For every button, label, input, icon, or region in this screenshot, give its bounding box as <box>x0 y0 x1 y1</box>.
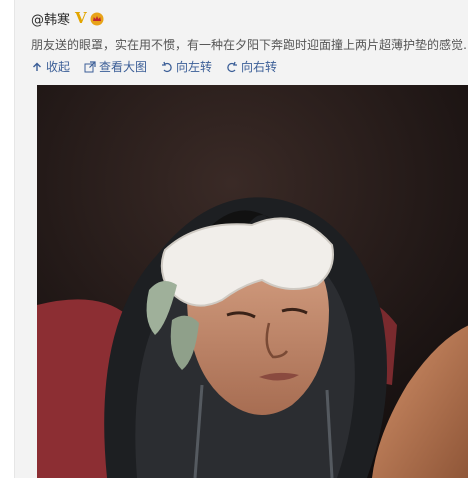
rotate-left-label: 向左转 <box>176 60 213 74</box>
view-large-button[interactable]: 查看大图 <box>84 58 147 75</box>
view-large-label: 查看大图 <box>99 60 148 74</box>
post-photo[interactable] <box>37 85 468 478</box>
verified-v-icon: V <box>75 9 87 27</box>
crown-icon <box>90 12 104 26</box>
view-large-icon <box>84 60 96 72</box>
photo-illustration <box>37 85 468 478</box>
rotate-right-label: 向右转 <box>241 60 278 74</box>
rotate-left-icon <box>162 61 172 72</box>
collapse-button[interactable]: 收起 <box>31 58 70 75</box>
collapse-icon <box>33 62 41 71</box>
post-header: @韩寒 V <box>31 9 104 28</box>
rotate-right-icon <box>227 61 238 72</box>
rotate-left-button[interactable]: 向左转 <box>161 58 212 75</box>
rotate-right-button[interactable]: 向右转 <box>226 58 277 75</box>
username-link[interactable]: @韩寒 <box>31 9 70 28</box>
post-text: 朋友送的眼罩，实在用不惯，有一种在夕阳下奔跑时迎面撞上两片超薄护垫的感觉… <box>31 38 468 52</box>
image-toolbar: 收起 查看大图 向左转 向右转 <box>31 58 277 75</box>
weibo-post-card: @韩寒 V 朋友送的眼罩，实在用不惯，有一种在夕阳下奔跑时迎面撞上两片超薄护垫的… <box>14 0 468 478</box>
collapse-label: 收起 <box>46 60 71 74</box>
